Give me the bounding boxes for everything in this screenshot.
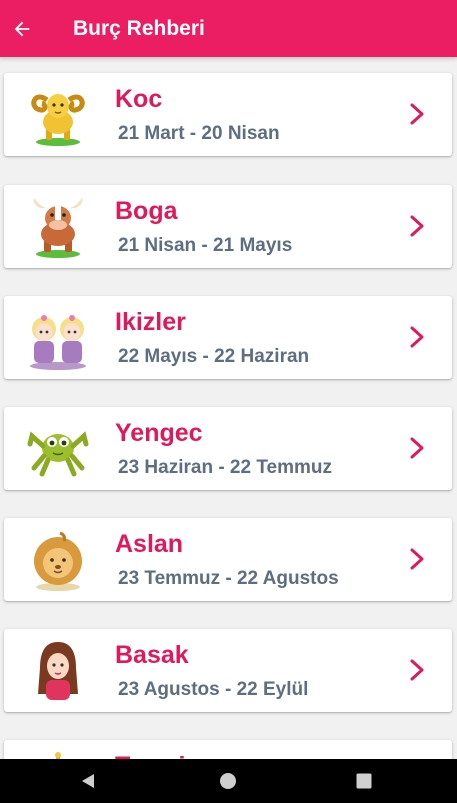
twins-icon [30, 315, 86, 370]
bull-icon [33, 198, 83, 258]
nav-recents-button[interactable] [334, 759, 394, 803]
chevron-right-icon [410, 326, 424, 348]
ram-icon [31, 94, 85, 146]
lion-icon [34, 531, 82, 591]
chevron-right-icon [410, 103, 424, 125]
arrow-left-icon [14, 21, 30, 36]
nav-home-button[interactable] [198, 759, 258, 803]
chevron-right-icon [410, 659, 424, 681]
nav-recents-icon [356, 773, 372, 789]
scales-icon [55, 752, 61, 759]
app-bar: Burç Rehberi [0, 0, 457, 57]
list-item-aslan[interactable]: Aslan 23 Temmuz - 22 Agustos [4, 518, 452, 601]
nav-back-button[interactable] [58, 759, 118, 803]
list-item-ikizler[interactable]: Ikizler 22 Mayıs - 22 Haziran [4, 296, 452, 379]
list-item-boga[interactable]: Boga 21 Nisan - 21 Mayıs [4, 185, 452, 268]
sign-dates: 23 Haziran - 22 Temmuz [118, 457, 333, 478]
sign-dates: 21 Nisan - 21 Mayıs [118, 235, 293, 256]
sign-name: Boga [115, 197, 178, 225]
list-item-koc[interactable]: Koc 21 Mart - 20 Nisan [4, 73, 452, 156]
sign-name: Terazi [115, 751, 185, 759]
chevron-right-icon [410, 437, 424, 459]
nav-back-icon [82, 774, 94, 788]
sign-dates: 23 Agustos - 22 Eylül [118, 679, 309, 700]
maiden-icon [38, 642, 78, 700]
crab-icon [27, 431, 89, 477]
list-item-yengec[interactable]: Yengec 23 Haziran - 22 Temmuz [4, 407, 452, 490]
sign-dates: 21 Mart - 20 Nisan [118, 123, 280, 144]
sign-dates: 23 Temmuz - 22 Agustos [118, 568, 339, 589]
sign-name: Ikizler [115, 308, 186, 336]
list-item-terazi[interactable]: Terazi [4, 740, 452, 759]
nav-home-icon [220, 773, 236, 789]
sign-name: Aslan [115, 530, 184, 558]
sign-list[interactable]: Koc 21 Mart - 20 Nisan Boga 21 Nisan - 2… [0, 57, 457, 759]
sign-name: Basak [115, 641, 189, 669]
page-title: Burç Rehberi [73, 16, 205, 40]
list-item-basak[interactable]: Basak 23 Agustos - 22 Eylül [4, 629, 452, 712]
sign-name: Koc [115, 85, 163, 113]
screen: Burç Rehberi Koc 21 Mart - 20 Nisan Boga… [0, 0, 457, 803]
sign-dates: 22 Mayıs - 22 Haziran [118, 346, 310, 367]
system-nav-bar [0, 759, 457, 803]
sign-name: Yengec [115, 419, 203, 447]
chevron-right-icon [410, 215, 424, 237]
chevron-right-icon [410, 548, 424, 570]
back-button[interactable] [0, 7, 44, 51]
